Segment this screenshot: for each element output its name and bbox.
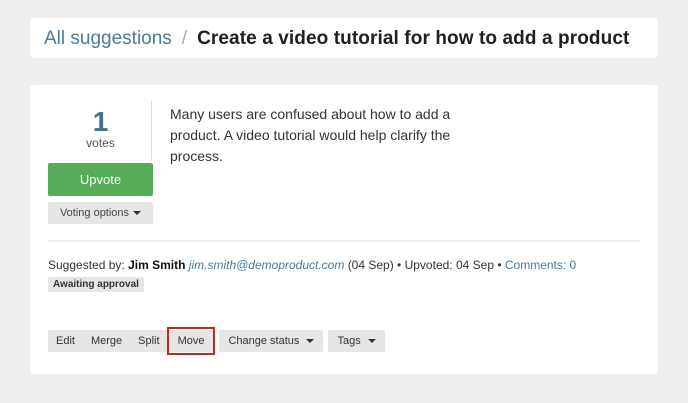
edit-button-group: Edit Merge Split Move [48, 327, 216, 355]
breadcrumb-separator: / [181, 28, 188, 49]
vote-label: votes [86, 136, 115, 150]
status-badge: Awaiting approval [48, 277, 144, 292]
suggestion-meta: Suggested by: Jim Smith jim.smith@demopr… [48, 258, 576, 272]
merge-button[interactable]: Merge [83, 330, 130, 352]
author-name: Jim Smith [128, 258, 186, 272]
author-email: jim.smith@demoproduct.com [188, 258, 345, 272]
caret-down-icon [306, 339, 315, 344]
header-card: All suggestions / Create a video tutoria… [30, 18, 658, 58]
tags-dropdown[interactable]: Tags [328, 330, 385, 352]
change-status-dropdown[interactable]: Change status [219, 330, 324, 352]
suggestion-description: Many users are confused about how to add… [170, 106, 451, 164]
page-title: Create a video tutorial for how to add a… [197, 28, 630, 49]
vertical-divider [151, 101, 152, 161]
action-toolbar: Edit Merge Split Move Change status Tags [48, 327, 385, 355]
caret-down-icon [367, 339, 376, 344]
change-status-label: Change status [228, 335, 300, 347]
breadcrumb: All suggestions / Create a video tutoria… [44, 28, 629, 50]
suggestion-card: 1 votes Upvote Voting options Many users… [30, 85, 658, 374]
split-button[interactable]: Split [130, 330, 167, 352]
tags-label: Tags [337, 335, 361, 347]
vote-counter: 1 votes [48, 106, 153, 151]
edit-button[interactable]: Edit [48, 330, 83, 352]
suggested-date: (04 Sep) • [347, 258, 402, 272]
suggested-by-label: Suggested by: [48, 258, 125, 272]
vote-count: 1 [92, 106, 109, 137]
horizontal-divider [48, 240, 640, 242]
voting-options-dropdown[interactable]: Voting options [48, 202, 153, 224]
caret-down-icon [133, 211, 142, 215]
upvoted-date: Upvoted: 04 Sep • [404, 258, 502, 272]
breadcrumb-all-suggestions-link[interactable]: All suggestions [44, 28, 172, 50]
voting-options-label: Voting options [59, 207, 130, 219]
comments-link[interactable]: Comments: 0 [505, 258, 576, 272]
upvote-button[interactable]: Upvote [48, 163, 153, 196]
move-button[interactable]: Move [166, 327, 216, 355]
